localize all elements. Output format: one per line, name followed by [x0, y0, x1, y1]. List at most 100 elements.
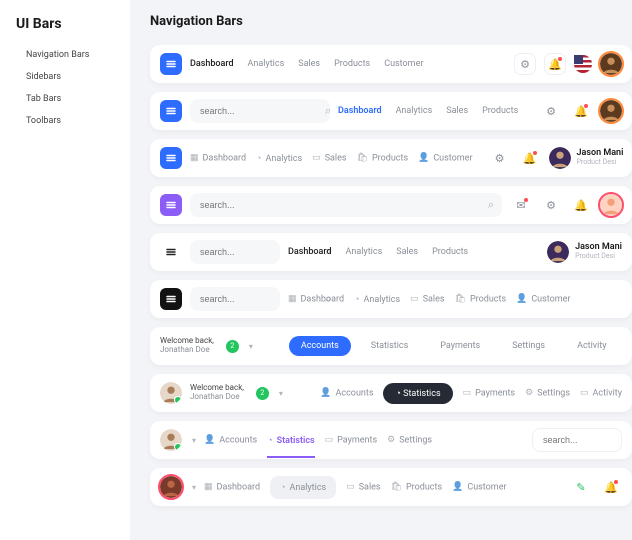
- bell-icon[interactable]: 🔔: [600, 476, 622, 498]
- gear-icon: ⚙: [525, 388, 533, 398]
- avatar[interactable]: [160, 476, 182, 498]
- nav-sales[interactable]: Sales: [396, 247, 418, 257]
- chevron-down-icon[interactable]: ▾: [249, 342, 253, 351]
- user-icon: 👤: [452, 482, 463, 492]
- nav-dashboard[interactable]: Dashboard: [190, 59, 234, 69]
- bag-icon: 🛍: [455, 294, 466, 304]
- brand-logo[interactable]: [160, 147, 182, 169]
- nav-customer[interactable]: Customer: [384, 59, 423, 69]
- user-icon: 👤: [516, 294, 527, 304]
- brand-logo[interactable]: [160, 241, 182, 263]
- bell-icon[interactable]: 🔔: [544, 53, 566, 75]
- nav-accounts[interactable]: 👤Accounts: [204, 435, 257, 445]
- avatar[interactable]: [600, 194, 622, 216]
- nav-dashboard[interactable]: Dashboard: [288, 247, 332, 257]
- nav-sales[interactable]: Sales: [298, 59, 320, 69]
- nav-analytics[interactable]: ◔Analytics: [270, 476, 336, 499]
- avatar: [549, 147, 571, 169]
- sidebar-item-tab-bars[interactable]: Tab Bars: [16, 90, 122, 108]
- settings-icon[interactable]: ⚙: [540, 194, 562, 216]
- tab-settings[interactable]: Settings: [500, 336, 557, 356]
- tag-icon: ▭: [410, 294, 419, 304]
- settings-icon[interactable]: ⚙: [514, 53, 536, 75]
- nav-customer[interactable]: 👤Customer: [452, 482, 506, 492]
- nav-payments[interactable]: ▭Payments: [325, 435, 377, 445]
- card-icon: ▭: [325, 435, 334, 445]
- search-input[interactable]: ⌕: [190, 240, 280, 264]
- brand-logo[interactable]: [160, 100, 182, 122]
- search-input[interactable]: ⌕: [190, 287, 280, 311]
- nav-products[interactable]: 🛍Products: [391, 482, 443, 492]
- chevron-down-icon[interactable]: ▾: [192, 483, 196, 492]
- bell-icon[interactable]: 🔔: [519, 147, 541, 169]
- avatar[interactable]: [160, 382, 182, 404]
- user-block[interactable]: Jason Mani Product Desi: [547, 241, 622, 263]
- nav-links: 👤Accounts ◔ Statistics ▭Payments ⚙Settin…: [320, 383, 622, 404]
- chart-icon: ◔: [256, 153, 261, 164]
- settings-icon[interactable]: ⚙: [540, 100, 562, 122]
- mail-icon[interactable]: ✉: [510, 194, 532, 216]
- nav-analytics[interactable]: Analytics: [248, 59, 285, 69]
- nav-analytics[interactable]: ◔Analytics: [354, 294, 400, 305]
- avatar[interactable]: [600, 100, 622, 122]
- nav-products[interactable]: Products: [482, 106, 518, 116]
- nav-customer[interactable]: 👤Customer: [516, 294, 570, 304]
- nav-accounts[interactable]: 👤Accounts: [320, 388, 373, 398]
- nav-products[interactable]: Products: [432, 247, 468, 257]
- nav-analytics[interactable]: ◔Analytics: [256, 153, 302, 164]
- user-role: Product Desi: [575, 253, 622, 261]
- tab-statistics[interactable]: ◔ Statistics: [383, 383, 452, 404]
- chevron-down-icon[interactable]: ▾: [192, 436, 196, 445]
- nav-dashboard[interactable]: ▦Dashboard: [204, 482, 260, 492]
- bell-icon[interactable]: 🔔: [570, 100, 592, 122]
- nav-settings[interactable]: ⚙Settings: [387, 435, 432, 445]
- nav-products[interactable]: 🛍Products: [455, 294, 507, 304]
- avatar[interactable]: [160, 429, 182, 451]
- brand-logo[interactable]: [160, 288, 182, 310]
- nav-products[interactable]: 🛍Products: [357, 153, 409, 163]
- gear-icon: ⚙: [387, 435, 395, 445]
- tag-icon: ▭: [346, 482, 355, 492]
- nav-dashboard[interactable]: ▦Dashboard: [190, 153, 246, 163]
- nav-analytics[interactable]: Analytics: [346, 247, 383, 257]
- nav-settings[interactable]: ⚙Settings: [525, 388, 570, 398]
- nav-sales[interactable]: ▭Sales: [410, 294, 444, 304]
- sidebar-item-toolbars[interactable]: Toolbars: [16, 112, 122, 130]
- nav-statistics[interactable]: ◔Statistics: [267, 435, 314, 458]
- search-input[interactable]: ⌕: [190, 99, 330, 123]
- search-input[interactable]: ⌕: [532, 428, 622, 452]
- settings-icon[interactable]: ⚙: [489, 147, 511, 169]
- nav-links: Dashboard Analytics Sales Products: [288, 247, 468, 257]
- nav-customer[interactable]: 👤Customer: [418, 153, 472, 163]
- nav-sales[interactable]: Sales: [446, 106, 468, 116]
- flag-us-icon[interactable]: [574, 55, 592, 73]
- notification-badge: 2: [256, 387, 269, 400]
- bag-icon: 🛍: [357, 153, 368, 163]
- brand-logo[interactable]: [160, 53, 182, 75]
- tab-activity[interactable]: Activity: [565, 336, 618, 356]
- sidebar-item-navigation-bars[interactable]: Navigation Bars: [16, 46, 122, 64]
- user-block[interactable]: Jason Mani Product Desi: [549, 147, 624, 169]
- user-text: Jason Mani Product Desi: [575, 243, 622, 261]
- welcome-line2: Jonathan Doe: [160, 346, 214, 355]
- tab-payments[interactable]: Payments: [428, 336, 492, 356]
- brand-logo[interactable]: [160, 194, 182, 216]
- nav-products[interactable]: Products: [334, 59, 370, 69]
- nav-analytics[interactable]: Analytics: [396, 106, 433, 116]
- edit-icon[interactable]: ✎: [570, 476, 592, 498]
- chevron-down-icon[interactable]: ▾: [279, 389, 283, 398]
- nav-sales[interactable]: ▭Sales: [346, 482, 380, 492]
- bell-icon[interactable]: 🔔: [570, 194, 592, 216]
- sidebar-item-sidebars[interactable]: Sidebars: [16, 68, 122, 86]
- nav-sales[interactable]: ▭Sales: [312, 153, 346, 163]
- tab-statistics[interactable]: Statistics: [359, 336, 420, 356]
- search-input[interactable]: ⌕: [190, 193, 502, 217]
- nav-activity[interactable]: ▭Activity: [580, 388, 622, 398]
- nav-dashboard[interactable]: Dashboard: [338, 106, 382, 116]
- avatar[interactable]: [600, 53, 622, 75]
- nav-links: Dashboard Analytics Sales Products: [338, 106, 518, 116]
- tab-accounts[interactable]: Accounts: [289, 336, 351, 356]
- navbar-8: Welcome back, Jonathan Doe 2 ▾ 👤Accounts…: [150, 374, 632, 412]
- nav-dashboard[interactable]: ▦Dashboard: [288, 294, 344, 304]
- nav-payments[interactable]: ▭Payments: [463, 388, 515, 398]
